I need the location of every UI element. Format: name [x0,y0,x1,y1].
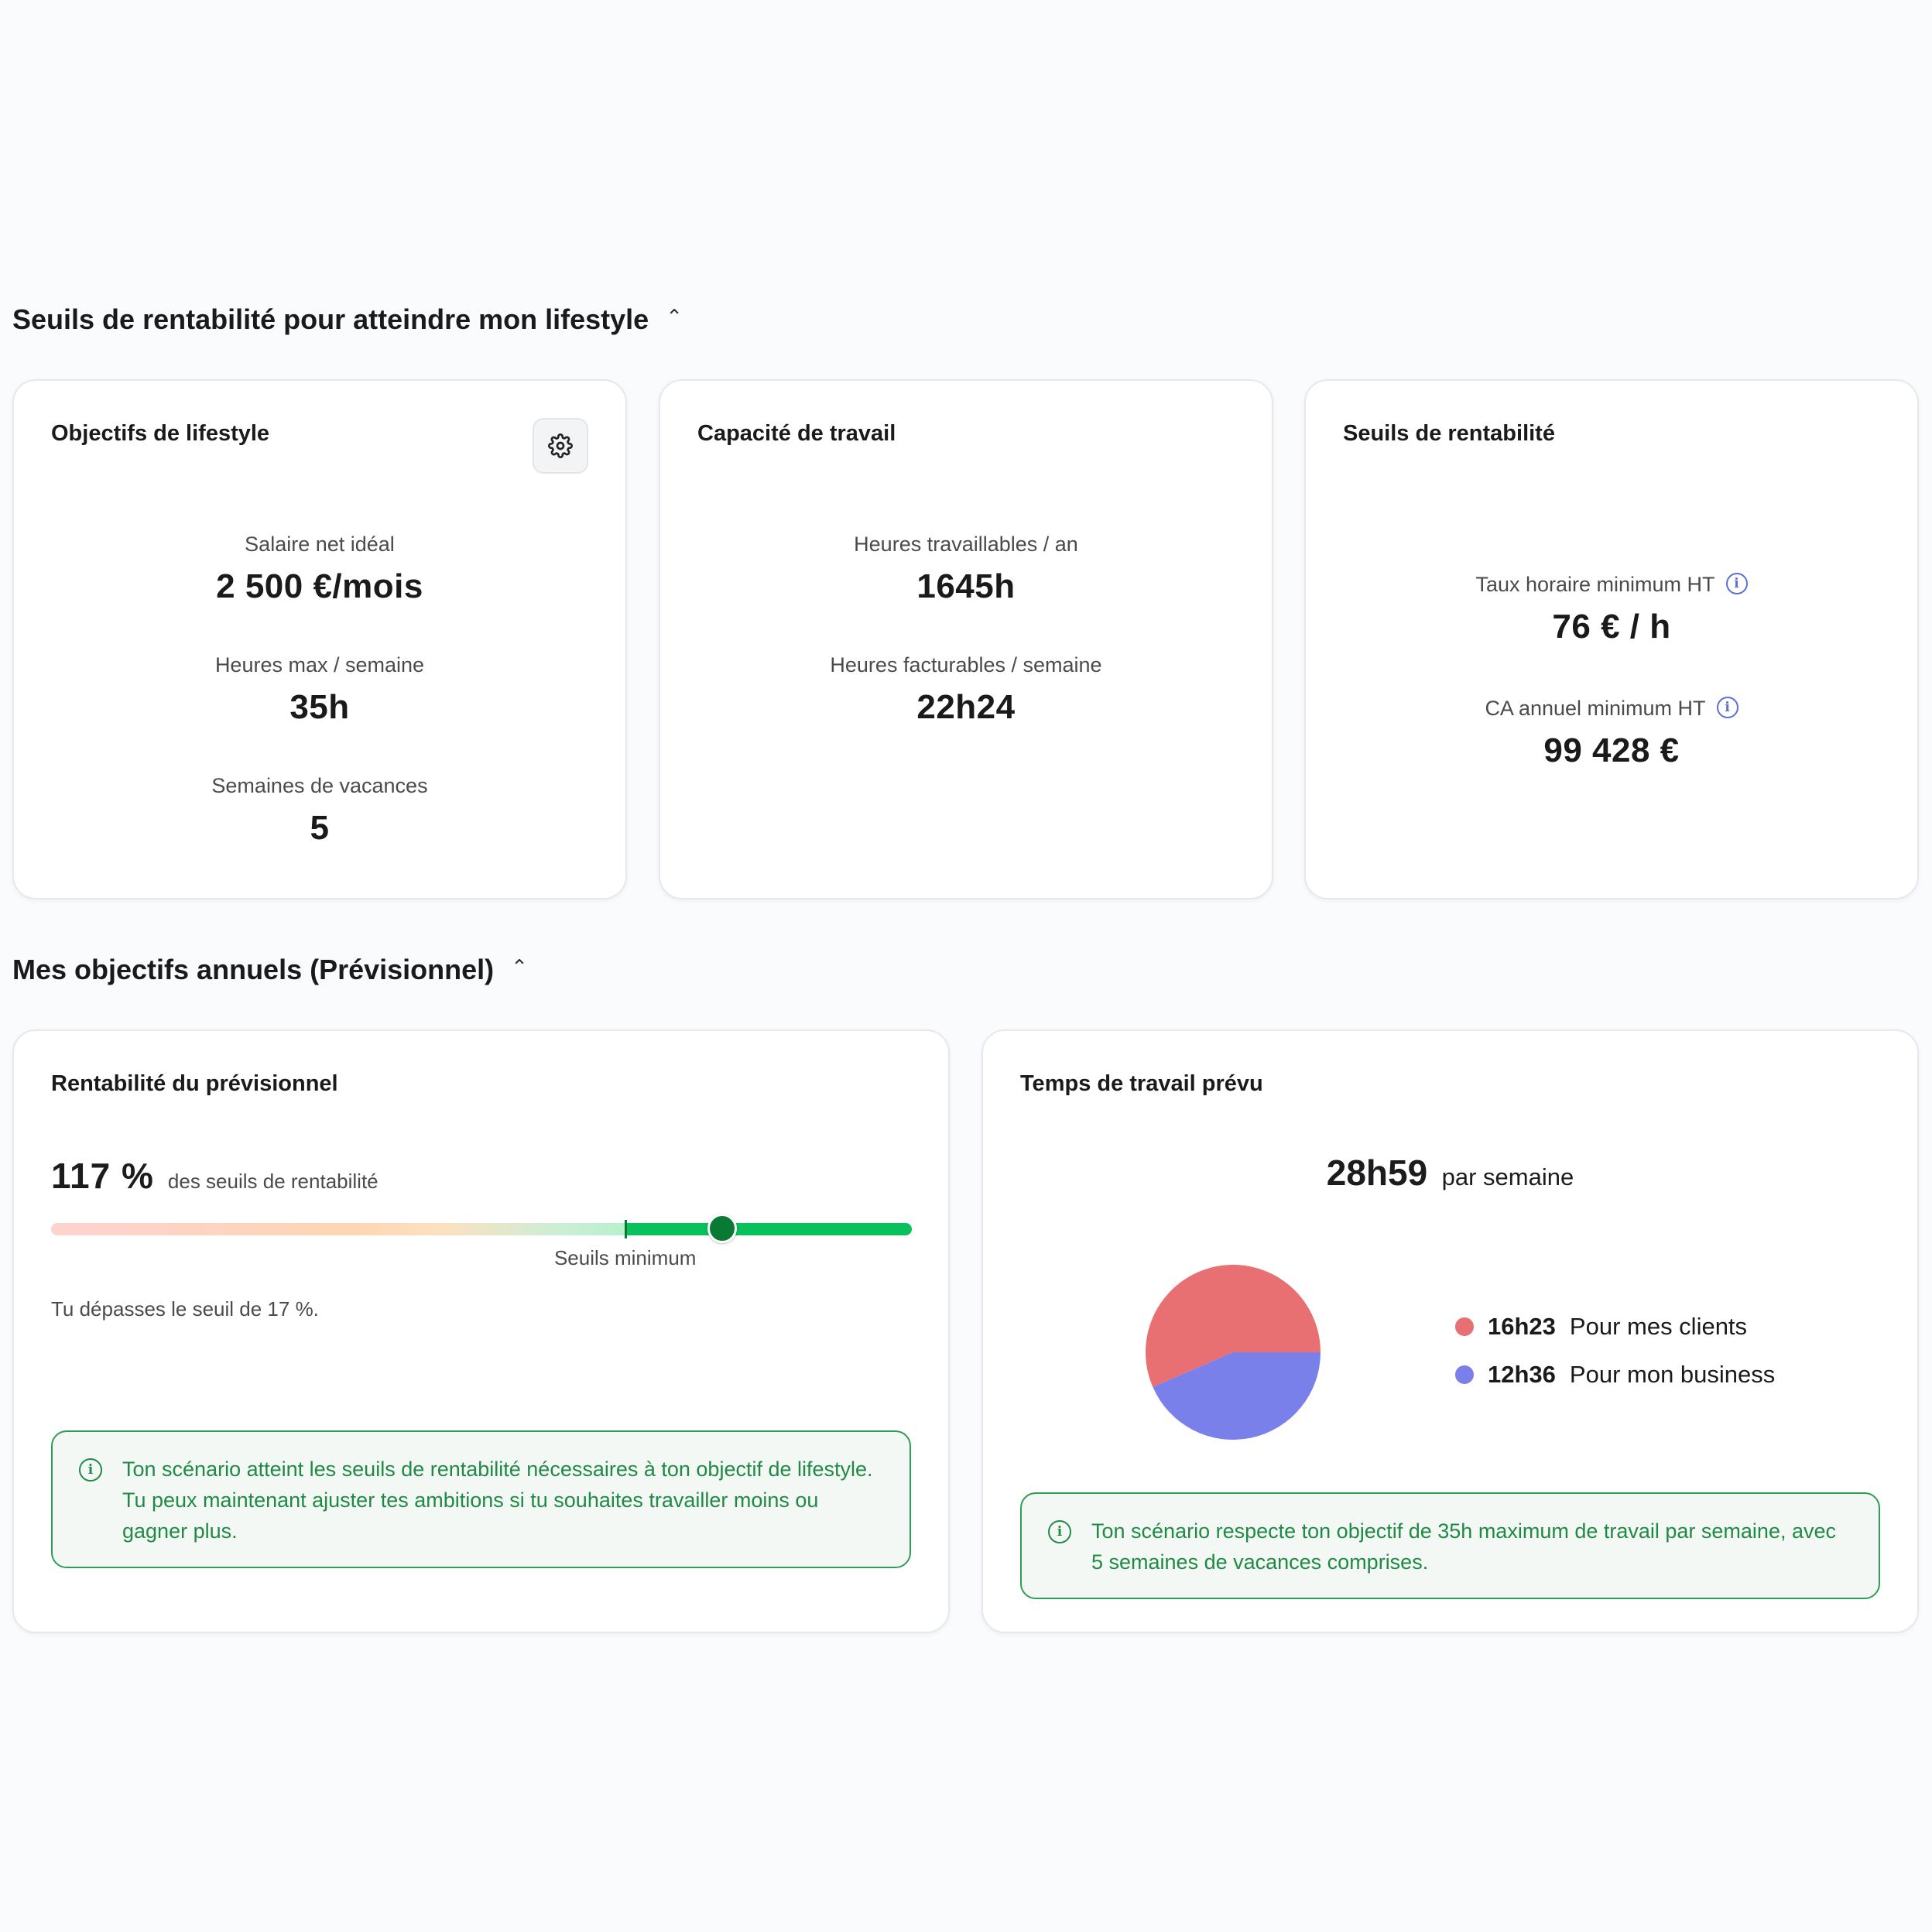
profitability-progress-bar [51,1223,912,1235]
section-title-text: Mes objectifs annuels (Prévisionnel) [12,954,495,985]
salary-label: Salaire net idéal [245,533,395,556]
annual-revenue-value: 99 428 € [1543,731,1680,769]
threshold-label: Seuils minimum [553,1246,697,1269]
capacity-card: Capacité de travail Heures travaillables… [659,379,1273,899]
legend-value: 16h23 [1488,1313,1556,1340]
profitability-note: Tu dépasses le seuil de 17 %. [51,1297,319,1321]
alert-line-2: Tu peux maintenant ajuster tes ambitions… [122,1488,819,1543]
hours-label: Heures max / semaine [214,653,425,677]
profitability-alert: i Ton scénario atteint les seuils de ren… [51,1430,911,1568]
salary-stat: Salaire net idéal 2 500 €/mois [14,533,625,606]
profitability-percent-row: 117 % des seuils de rentabilité [51,1155,379,1197]
vacation-stat: Semaines de vacances 5 [14,774,625,848]
yearly-hours-stat: Heures travaillables / an 1645h [660,533,1272,606]
profitability-percent: 117 % [51,1156,154,1196]
section-title-annual-goals[interactable]: Mes objectifs annuels (Prévisionnel) ⌃ [12,954,528,986]
section-title-lifestyle[interactable]: Seuils de rentabilité pour atteindre mon… [12,303,683,336]
vacation-label: Semaines de vacances [211,774,428,797]
worktime-pie-chart [1146,1265,1321,1440]
card-title: Seuils de rentabilité [1343,421,1555,446]
alert-line-1: Ton scénario atteint les seuils de renta… [122,1458,873,1481]
annual-revenue-stat: CA annuel minimum HT i 99 428 € [1306,696,1917,770]
legend-dot [1455,1365,1474,1384]
worktime-total-row: 28h59 par semaine [983,1152,1917,1194]
legend-value: 12h36 [1488,1361,1556,1388]
chevron-up-icon[interactable]: ⌃ [666,305,683,329]
billable-hours-value: 22h24 [916,688,1016,726]
legend-item-clients: 16h23 Pour mes clients [1455,1313,1747,1341]
yearly-hours-label: Heures travaillables / an [854,533,1078,556]
card-title: Capacité de travail [697,421,896,446]
yearly-hours-value: 1645h [916,567,1016,605]
vacation-value: 5 [310,809,330,847]
threshold-marker [624,1220,627,1238]
hours-value: 35h [289,688,350,726]
salary-value: 2 500 €/mois [216,567,423,605]
hourly-rate-label-row: Taux horaire minimum HT i [1306,572,1917,597]
card-title: Temps de travail prévu [1020,1071,1263,1096]
alert-text: Ton scénario respecte ton objectif de 35… [1091,1519,1836,1574]
billable-hours-label: Heures facturables / semaine [830,653,1102,677]
legend-item-business: 12h36 Pour mon business [1455,1361,1775,1389]
card-title: Rentabilité du prévisionnel [51,1071,338,1096]
thresholds-card: Seuils de rentabilité Taux horaire minim… [1304,379,1919,899]
chevron-up-icon[interactable]: ⌃ [511,955,528,979]
info-icon[interactable]: i [1725,572,1748,594]
hourly-rate-label: Taux horaire minimum HT [1475,573,1715,596]
worktime-total-suffix: par semaine [1441,1163,1574,1190]
info-icon: i [79,1458,102,1482]
hourly-rate-stat: Taux horaire minimum HT i 76 € / h [1306,572,1917,646]
card-title: Objectifs de lifestyle [51,421,270,446]
profitability-percent-suffix: des seuils de rentabilité [167,1170,379,1193]
legend-name: Pour mes clients [1569,1313,1748,1340]
profitability-card: Rentabilité du prévisionnel 117 % des se… [12,1029,950,1633]
annual-revenue-label-row: CA annuel minimum HT i [1306,696,1917,721]
billable-hours-stat: Heures facturables / semaine 22h24 [660,653,1272,727]
settings-button[interactable] [533,418,588,474]
hours-stat: Heures max / semaine 35h [14,653,625,727]
legend-name: Pour mon business [1569,1361,1776,1388]
info-icon[interactable]: i [1716,696,1738,718]
profitability-knob[interactable] [707,1214,738,1243]
worktime-alert: i Ton scénario respecte ton objectif de … [1020,1492,1880,1599]
hourly-rate-value: 76 € / h [1552,608,1671,646]
annual-revenue-label: CA annuel minimum HT [1485,697,1706,720]
info-icon: i [1048,1520,1071,1543]
lifestyle-card: Objectifs de lifestyle Salaire net idéal… [12,379,627,899]
legend-dot [1455,1317,1474,1336]
worktime-card: Temps de travail prévu 28h59 par semaine… [981,1029,1919,1633]
gear-icon [548,433,573,458]
worktime-total: 28h59 [1326,1153,1428,1193]
section-title-text: Seuils de rentabilité pour atteindre mon… [12,303,649,335]
